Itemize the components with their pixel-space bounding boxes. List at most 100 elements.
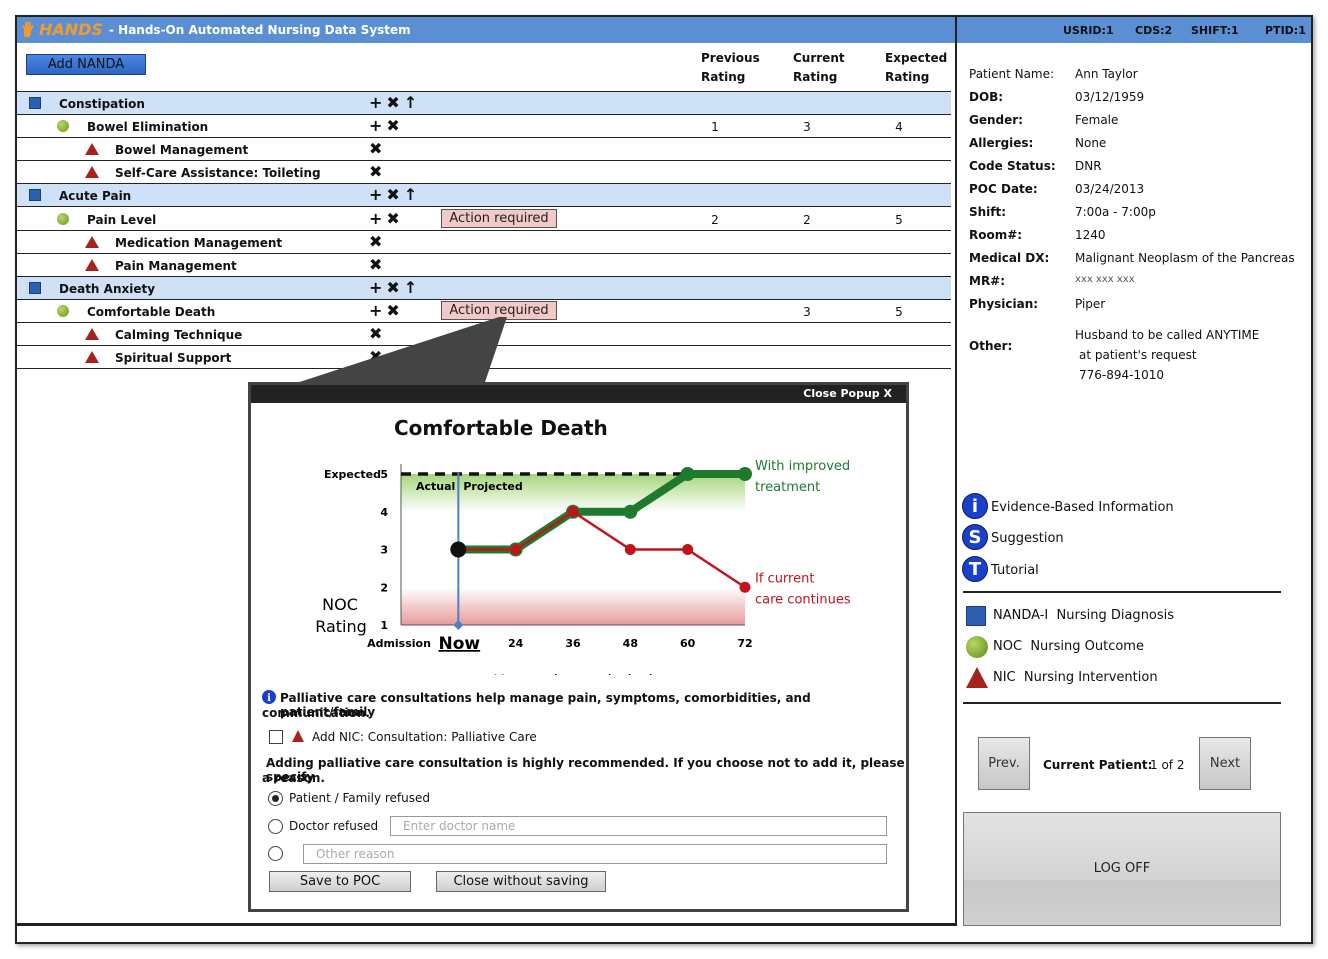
x-tick-label-now: Now: [439, 634, 481, 654]
nanda-label: Death Anxiety: [59, 281, 156, 296]
recommendation-text: Adding palliative care consultation is h…: [266, 756, 905, 784]
delete-icon[interactable]: ✖: [369, 163, 382, 181]
exp-rating-value: 5: [895, 304, 903, 319]
reason-patient-refused-radio[interactable]: [268, 791, 283, 806]
patient-name: Ann Taylor: [1075, 67, 1138, 81]
nic-icon: [292, 730, 304, 742]
close-popup-button[interactable]: Close Popup X: [803, 387, 892, 400]
move-up-icon[interactable]: ↑: [404, 94, 417, 112]
series-point-1: [510, 544, 522, 555]
tutorial-icon[interactable]: T: [962, 556, 988, 582]
reason-doctor-refused-label: Doctor refused: [289, 819, 379, 833]
delete-icon[interactable]: ✖: [369, 232, 382, 251]
close-without-saving-button[interactable]: Close without saving: [436, 871, 606, 892]
noc-icon: [57, 304, 69, 317]
expected-rating-header: Expected Rating: [885, 51, 948, 84]
nanda-icon: [29, 97, 41, 109]
add-icon[interactable]: +: [369, 278, 382, 297]
suggestion-icon[interactable]: S: [962, 524, 988, 550]
action-required-button[interactable]: Action required: [441, 208, 557, 228]
nanda-label: Constipation: [59, 97, 145, 111]
row-actions: ✖: [369, 140, 386, 158]
patient-code-status: DNR: [1075, 159, 1102, 173]
palliative-info-text: Palliative care consultations help manag…: [280, 691, 811, 719]
series-label-current: If current: [755, 571, 814, 586]
patient-other-2: at patient's request: [1079, 348, 1197, 362]
svg-text:i: i: [267, 693, 271, 704]
x-tick-label: 48: [623, 637, 638, 650]
delete-icon[interactable]: ✖: [386, 117, 399, 135]
other-reason-input[interactable]: [303, 844, 887, 864]
add-icon[interactable]: +: [369, 94, 382, 112]
y-tick-label: 2: [380, 581, 388, 594]
patient-dob: 03/12/1959: [1075, 90, 1145, 104]
move-up-icon[interactable]: ↑: [404, 186, 417, 204]
row-actions: + ✖: [369, 117, 404, 135]
delete-icon[interactable]: ✖: [386, 209, 399, 228]
series-point-1: [567, 506, 579, 518]
delete-icon[interactable]: ✖: [386, 94, 399, 112]
curr-rating-value: 3: [803, 304, 811, 319]
x-tick-label: 36: [565, 637, 581, 650]
nic-icon: [85, 166, 99, 179]
status-usrid: USRID:1: [1063, 24, 1114, 37]
row-actions: + ✖: [369, 209, 404, 228]
next-patient-button[interactable]: Next: [1199, 737, 1251, 790]
nic-row[interactable]: Pain Management ✖: [17, 254, 951, 277]
outcome-popup: Close Popup X Comfortable Death 1 2 3 4 5 Exp…: [248, 382, 909, 912]
save-to-poc-button[interactable]: Save to POC: [269, 871, 411, 892]
noc-legend-icon: [966, 636, 988, 658]
patient-gender: Female: [1075, 113, 1119, 127]
log-off-button[interactable]: LOG OFF: [963, 812, 1281, 926]
add-icon[interactable]: +: [369, 209, 382, 228]
nanda-row[interactable]: Acute Pain + ✖ ↑: [17, 184, 951, 208]
nic-row[interactable]: Medication Management ✖: [17, 231, 951, 254]
current-patient-value: 1 of 2: [1150, 758, 1185, 772]
suggestion-label[interactable]: Suggestion: [991, 531, 1064, 546]
y-axis-label: NOC: [322, 595, 358, 614]
patient-poc-date: 03/24/2013: [1075, 182, 1145, 196]
nanda-row[interactable]: Death Anxiety + ✖ ↑: [17, 276, 951, 300]
nanda-row[interactable]: Constipation + ✖ ↑: [17, 92, 951, 115]
move-up-icon[interactable]: ↑: [404, 278, 417, 297]
nic-label: Medication Management: [115, 235, 283, 250]
nic-row[interactable]: Self-Care Assistance: Toileting ✖: [17, 161, 951, 185]
delete-icon[interactable]: ✖: [369, 255, 382, 274]
divider: [963, 591, 1281, 593]
doctor-name-input[interactable]: [390, 816, 887, 836]
series-line-1: [458, 510, 746, 589]
noc-icon: [57, 120, 69, 133]
prev-patient-button[interactable]: Prev.: [978, 737, 1030, 790]
x-tick-label: 60: [680, 637, 696, 650]
delete-icon[interactable]: ✖: [369, 140, 382, 158]
info-icon[interactable]: i: [962, 493, 988, 519]
nic-icon: [85, 328, 99, 340]
tutorial-label[interactable]: Tutorial: [991, 563, 1039, 578]
delete-icon[interactable]: ✖: [386, 278, 399, 297]
series-point-1: [739, 581, 751, 593]
patient-other-1: Husband to be called ANYTIME: [1075, 328, 1260, 342]
series-point-0: [623, 504, 638, 519]
nic-label: Spiritual Support: [115, 351, 232, 366]
patient-name-label: Patient Name:: [969, 67, 1055, 81]
info-icon[interactable]: i: [262, 690, 276, 704]
evidence-info-label[interactable]: Evidence-Based Information: [991, 500, 1174, 515]
reason-other-radio[interactable]: [268, 846, 283, 861]
noc-row[interactable]: Bowel Elimination + ✖ 1 3 4: [17, 115, 951, 139]
add-nic-checkbox[interactable]: [269, 730, 283, 744]
noc-row[interactable]: Pain Level + ✖ Action required 2 2 5: [17, 208, 951, 231]
series-label-improved: With improved: [755, 459, 850, 474]
current-patient-label: Current Patient:: [1043, 758, 1153, 772]
add-icon[interactable]: +: [369, 186, 382, 204]
add-nanda-button[interactable]: Add NANDA: [26, 54, 146, 75]
add-nic-label: Add NIC: Consultation: Palliative Care: [312, 730, 537, 744]
delete-icon[interactable]: ✖: [386, 186, 399, 204]
noc-label: Pain Level: [87, 212, 157, 227]
reason-doctor-refused-radio[interactable]: [268, 819, 283, 834]
row-actions: ✖: [369, 232, 386, 251]
row-actions: ✖: [369, 255, 386, 274]
add-icon[interactable]: +: [369, 117, 382, 135]
nic-row[interactable]: Bowel Management ✖: [17, 138, 951, 162]
series-point-0: [738, 467, 752, 481]
patient-mr: xxx xxx xxx: [1075, 274, 1135, 285]
